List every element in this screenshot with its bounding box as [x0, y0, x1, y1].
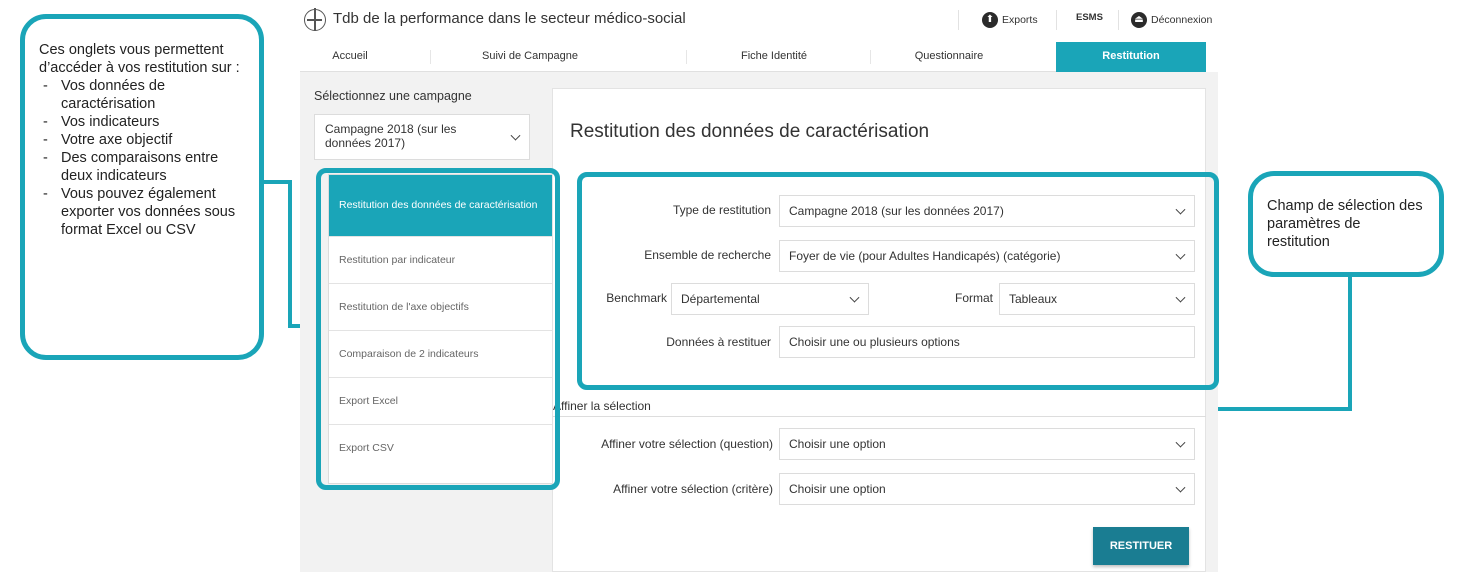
tab-divider [686, 50, 687, 64]
campaign-select[interactable]: Campagne 2018 (sur les données 2017) [314, 114, 530, 160]
annotation-bullet: Votre axe objectif [39, 131, 251, 149]
main-tabs: Accueil Suivi de Campagne Fiche Identité… [300, 42, 1206, 72]
esms-label: ESMS [1076, 12, 1103, 23]
app-header: Tdb de la performance dans le secteur mé… [300, 0, 1218, 42]
fields-highlight-frame [577, 172, 1219, 390]
logout-icon: ⏏ [1131, 12, 1147, 28]
annotation-bullet: Vous pouvez également exporter vos donné… [39, 185, 251, 239]
refine-question-label: Affiner votre sélection (question) [601, 437, 773, 451]
exports-label: Exports [1002, 14, 1038, 26]
chevron-down-icon [1175, 482, 1186, 493]
tab-accueil[interactable]: Accueil [300, 42, 400, 72]
annotation-connector [1348, 276, 1352, 411]
refine-section-title: Affiner la sélection [553, 399, 651, 413]
header-divider [958, 10, 959, 30]
refine-question-select[interactable]: Choisir une option [779, 428, 1195, 460]
logout-button[interactable]: ⏏ Déconnexion [1131, 12, 1212, 28]
header-divider [1056, 10, 1057, 30]
refine-critere-value: Choisir une option [789, 482, 886, 496]
tab-suivi-campagne[interactable]: Suivi de Campagne [460, 42, 600, 72]
annotation-bullet-list: Vos données de caractérisation Vos indic… [39, 77, 251, 239]
restituer-button[interactable]: RESTITUER [1093, 527, 1189, 565]
campaign-select-value: Campagne 2018 (sur les données 2017) [325, 122, 457, 150]
refine-critere-select[interactable]: Choisir une option [779, 473, 1195, 505]
tab-divider [430, 50, 431, 64]
tab-fiche-identite[interactable]: Fiche Identité [714, 42, 834, 72]
refine-critere-label: Affiner votre sélection (critère) [613, 482, 773, 496]
refine-question-value: Choisir une option [789, 437, 886, 451]
menu-highlight-frame [316, 168, 560, 490]
tab-restitution[interactable]: Restitution [1056, 42, 1206, 72]
esms-button[interactable]: ESMS [1076, 12, 1103, 23]
annotation-bullet: Des comparaisons entre deux indicateurs [39, 149, 251, 185]
tab-questionnaire[interactable]: Questionnaire [884, 42, 1014, 72]
tab-divider [870, 50, 871, 64]
header-divider [1118, 10, 1119, 30]
annotation-bullet: Vos indicateurs [39, 113, 251, 131]
app-title: Tdb de la performance dans le secteur mé… [333, 10, 686, 27]
campaign-label: Sélectionnez une campagne [314, 89, 472, 103]
section-divider [553, 416, 1206, 417]
logo-icon [304, 8, 326, 31]
annotation-tabs-callout: Ces onglets vous permettent d’accéder à … [20, 14, 264, 360]
page-title: Restitution des données de caractérisati… [570, 121, 930, 142]
annotation-intro: Ces onglets vous permettent d’accéder à … [39, 42, 240, 76]
exports-button[interactable]: ⬆ Exports [982, 12, 1038, 28]
exports-icon: ⬆ [982, 12, 998, 28]
logout-label: Déconnexion [1151, 14, 1213, 26]
annotation-bullet: Vos données de caractérisation [39, 77, 251, 113]
annotation-fields-callout: Champ de sélection des paramètres de res… [1248, 171, 1444, 277]
annotation-connector [288, 180, 292, 328]
annotation-text: Champ de sélection des paramètres de res… [1267, 198, 1423, 250]
chevron-down-icon [1175, 437, 1186, 448]
chevron-down-icon [510, 130, 521, 141]
